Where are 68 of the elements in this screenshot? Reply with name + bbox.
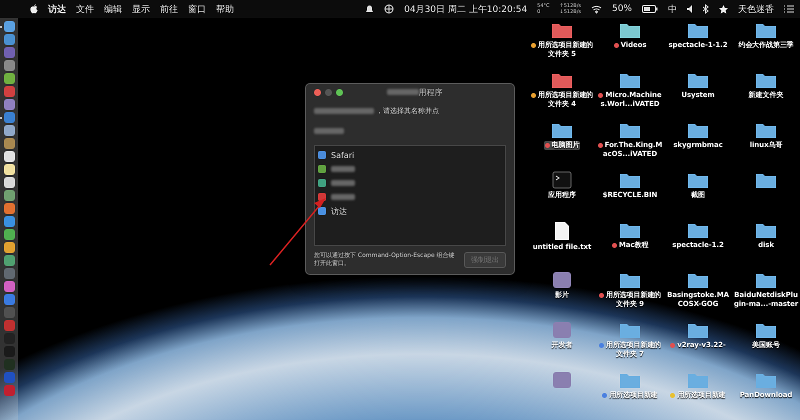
menu-item[interactable]: 编辑 — [104, 2, 122, 16]
app-icon — [552, 271, 572, 289]
app-name[interactable]: Safari — [331, 150, 354, 160]
window-title: 用程序 — [347, 86, 506, 98]
dock-app-icon[interactable] — [4, 203, 15, 214]
clock-text[interactable]: 04月30日 周二 上午10:20:54 — [404, 2, 528, 16]
dock-app-icon[interactable] — [4, 21, 15, 32]
folder-icon — [755, 121, 777, 139]
folder-icon — [551, 21, 573, 39]
folder-icon — [619, 271, 641, 289]
folder-icon — [619, 221, 641, 239]
folder-icon — [687, 21, 709, 39]
menu-item[interactable]: 窗口 — [188, 2, 206, 16]
app-name[interactable]: 访达 — [331, 206, 347, 216]
dock-app-icon[interactable] — [4, 255, 15, 266]
folder-icon — [619, 21, 641, 39]
folder-icon — [755, 221, 777, 239]
dock-app-icon[interactable] — [4, 229, 15, 240]
folder-icon — [619, 171, 641, 189]
folder-icon — [619, 71, 641, 89]
battery-percent: 50% — [612, 4, 632, 14]
menu-item[interactable]: 帮助 — [216, 2, 234, 16]
folder-icon — [755, 71, 777, 89]
globe-icon[interactable] — [384, 4, 394, 14]
menu-item[interactable]: 文件 — [76, 2, 94, 16]
folder-icon — [755, 171, 777, 189]
folder-icon — [755, 21, 777, 39]
folder-icon — [687, 121, 709, 139]
app-icon — [552, 371, 572, 389]
wifi-icon[interactable] — [590, 4, 602, 14]
zoom-button[interactable] — [336, 88, 343, 96]
dock-app-icon[interactable] — [4, 125, 15, 136]
folder-icon — [551, 121, 573, 139]
folder-icon — [619, 121, 641, 139]
folder-icon — [551, 71, 573, 89]
folder-icon — [687, 321, 709, 339]
dock-app-icon[interactable] — [4, 164, 15, 175]
bluetooth-icon[interactable] — [703, 4, 709, 14]
star-icon[interactable] — [719, 4, 728, 14]
apple-icon[interactable] — [30, 4, 38, 14]
document-icon — [554, 221, 570, 241]
dock-app-icon[interactable] — [4, 177, 15, 188]
dock-app-icon[interactable] — [4, 151, 15, 162]
folder-icon — [619, 321, 641, 339]
bell-icon[interactable] — [365, 4, 374, 14]
speaker-icon[interactable] — [687, 5, 693, 13]
dock-app-icon[interactable] — [4, 242, 15, 253]
folder-icon — [687, 371, 709, 389]
dock-app-icon[interactable] — [4, 73, 15, 84]
folder-icon — [687, 271, 709, 289]
folder-icon — [687, 221, 709, 239]
folder-icon — [619, 371, 641, 389]
folder-icon — [755, 321, 777, 339]
input-method[interactable]: 中 — [668, 2, 677, 16]
list-icon[interactable] — [784, 5, 794, 13]
terminal-icon — [552, 171, 572, 189]
app-icon — [552, 321, 572, 339]
folder-icon — [687, 171, 709, 189]
close-button[interactable] — [314, 88, 321, 96]
app-menu[interactable]: 访达 — [48, 2, 66, 16]
user-name[interactable]: 天色迷香 — [738, 2, 774, 16]
menu-item[interactable]: 显示 — [132, 2, 150, 16]
folder-icon — [755, 271, 777, 289]
menu-item[interactable]: 前往 — [160, 2, 178, 16]
folder-icon — [687, 71, 709, 89]
battery-icon[interactable] — [642, 5, 658, 13]
dock-app-icon[interactable] — [4, 190, 15, 201]
folder-icon — [755, 371, 777, 389]
